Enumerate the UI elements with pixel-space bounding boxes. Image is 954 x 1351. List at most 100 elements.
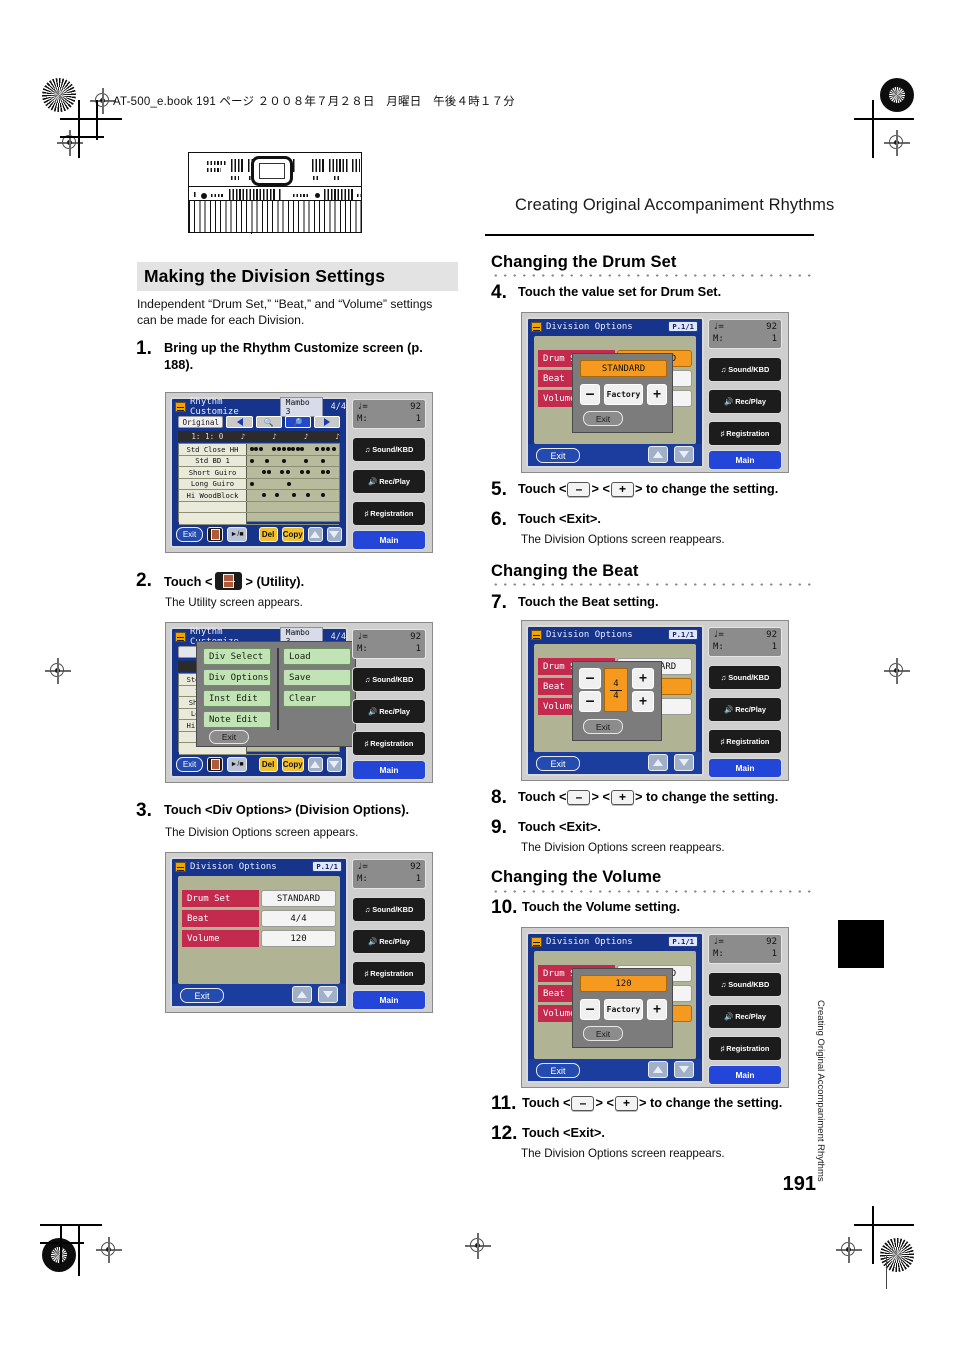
sidebar-item-registration[interactable]: ♯ Registration (352, 731, 426, 756)
rc-zoom-out-button[interactable]: 🔍 (255, 416, 282, 428)
util-item-note-edit[interactable]: Note Edit (203, 711, 271, 728)
main-button[interactable]: Main (708, 1065, 782, 1085)
do-exit-button[interactable]: Exit (180, 988, 224, 1003)
ds-down-button[interactable] (674, 446, 694, 463)
vp-down-button[interactable] (674, 1061, 694, 1078)
rc-track-cells[interactable] (247, 479, 339, 490)
rc-track-row[interactable] (179, 513, 339, 525)
util-del-button[interactable]: Del (258, 756, 278, 772)
util-dialog-exit-button[interactable]: Exit (209, 730, 249, 744)
sidebar-item-sound-kbd[interactable]: ♫ Sound/KBD (352, 437, 426, 462)
util-exit-button[interactable]: Exit (176, 756, 203, 772)
do-value-drum-set[interactable]: STANDARD (261, 890, 336, 907)
drum-set-minus-button[interactable]: – (580, 384, 600, 405)
main-button[interactable]: Main (708, 450, 782, 470)
volume-popup-exit-button[interactable]: Exit (583, 1026, 623, 1041)
sidebar-item-rec-play[interactable]: 🔊 Rec/Play (352, 929, 426, 954)
rc-next-button[interactable] (313, 416, 341, 428)
beat-popup-exit-button[interactable]: Exit (583, 719, 623, 734)
rc-zoom-in-button[interactable]: 🔎 (284, 416, 311, 428)
util-utility-button[interactable] (207, 756, 224, 772)
sidebar-item-rec-play[interactable]: 🔊 Rec/Play (352, 699, 426, 724)
rc-track-cells[interactable] (247, 490, 339, 501)
rc-note-grid[interactable]: Std Close HH Std BD 1 Short Guiro Long Guir… (178, 443, 340, 525)
rc-up-button[interactable] (307, 526, 323, 542)
volume-factory-button[interactable]: Factory (604, 999, 643, 1020)
rc-track-row[interactable]: Hi WoodBlock (179, 490, 339, 502)
step-2-text: Touch < > (Utility). (164, 572, 446, 591)
util-item-clear[interactable]: Clear (283, 690, 351, 707)
main-button[interactable]: Main (708, 758, 782, 778)
rc-exit-button[interactable]: Exit (176, 526, 203, 542)
step-8-post: > to change the setting. (634, 789, 779, 804)
util-item-save[interactable]: Save (283, 669, 351, 686)
rc-down-button[interactable] (326, 526, 342, 542)
rc-utility-button[interactable] (207, 526, 224, 542)
main-button[interactable]: Main (352, 530, 426, 550)
step-11-text: Touch < – > < + > to change the setting. (522, 1095, 822, 1112)
rc-track-cells[interactable] (247, 467, 339, 478)
sidebar-item-sound-kbd[interactable]: ♫ Sound/KBD (352, 897, 426, 922)
volume-plus-button[interactable]: + (647, 999, 667, 1020)
volume-minus-button[interactable]: – (580, 999, 600, 1020)
util-down-button[interactable] (326, 756, 342, 772)
sidebar-item-registration[interactable]: ♯ Registration (352, 501, 426, 526)
sidebar-item-sound-kbd[interactable]: ♫ Sound/KBD (708, 665, 782, 690)
beat-denominator-minus-button[interactable]: – (579, 691, 601, 712)
util-copy-button[interactable]: Copy (281, 756, 304, 772)
bp-exit-button[interactable]: Exit (536, 756, 580, 771)
vp-exit-button[interactable]: Exit (536, 1063, 580, 1078)
sidebar-item-sound-kbd[interactable]: ♫ Sound/KBD (708, 972, 782, 997)
sidebar-item-sound-kbd[interactable]: ♫ Sound/KBD (708, 357, 782, 382)
rc-track-row[interactable]: Std Close HH (179, 444, 339, 456)
rc-play-stop-button[interactable]: ►/■ (227, 526, 247, 542)
do-value-volume[interactable]: 120 (261, 930, 336, 947)
rc-track-row[interactable]: Std BD 1 (179, 455, 339, 467)
do-up-button[interactable] (292, 986, 312, 1003)
util-up-button[interactable] (307, 756, 323, 772)
main-button[interactable]: Main (352, 760, 426, 780)
beat-numerator-plus-button[interactable]: + (632, 668, 654, 689)
rc-track-cells[interactable] (247, 513, 339, 524)
sidebar-item-registration[interactable]: ♯ Registration (708, 421, 782, 446)
speaker-icon: 🔊 (723, 705, 734, 714)
drum-set-popup-exit-button[interactable]: Exit (583, 411, 623, 426)
rc-track-cells[interactable] (247, 444, 339, 455)
do-down-button[interactable] (318, 986, 338, 1003)
util-item-div-options[interactable]: Div Options (203, 669, 271, 686)
drum-set-factory-button[interactable]: Factory (604, 384, 643, 405)
util-item-load[interactable]: Load (283, 648, 351, 665)
ds-up-button[interactable] (648, 446, 668, 463)
drum-set-plus-button[interactable]: + (647, 384, 667, 405)
rc-copy-button[interactable]: Copy (281, 526, 304, 542)
main-button[interactable]: Main (352, 990, 426, 1010)
sidebar-item-registration[interactable]: ♯ Registration (352, 961, 426, 986)
sidebar-item-rec-play[interactable]: 🔊 Rec/Play (708, 1004, 782, 1029)
do-value-beat[interactable]: 4/4 (261, 910, 336, 927)
beat-denominator-plus-button[interactable]: + (632, 691, 654, 712)
rc-track-row[interactable]: Long Guiro (179, 478, 339, 490)
rc-track-cells[interactable] (247, 502, 339, 513)
rc-track-cells[interactable] (247, 456, 339, 467)
ds-exit-button[interactable]: Exit (536, 448, 580, 463)
sidebar-item-rec-play[interactable]: 🔊 Rec/Play (708, 697, 782, 722)
bp-down-button[interactable] (674, 754, 694, 771)
vp-up-button[interactable] (648, 1061, 668, 1078)
sidebar-item-sound-kbd[interactable]: ♫ Sound/KBD (352, 667, 426, 692)
sidebar-item-registration[interactable]: ♯ Registration (708, 1036, 782, 1061)
rc-track-row[interactable] (179, 501, 339, 513)
rc-prev-button[interactable] (226, 416, 253, 428)
sidebar-item-rec-play[interactable]: 🔊 Rec/Play (352, 469, 426, 494)
sidebar-item-registration[interactable]: ♯ Registration (708, 729, 782, 754)
beat-numerator-minus-button[interactable]: – (579, 668, 601, 689)
util-play-stop-button[interactable]: ►/■ (227, 756, 247, 772)
util-item-div-select[interactable]: Div Select (203, 648, 271, 665)
rc-del-button[interactable]: Del (258, 526, 278, 542)
screenshot-volume-popup: Division Options P.1/1 Drum Set STANDARD… (521, 927, 789, 1088)
rc-track-row[interactable]: Short Guiro (179, 467, 339, 479)
rc-original-button[interactable]: Original (178, 416, 224, 428)
bp-up-button[interactable] (648, 754, 668, 771)
util-item-inst-edit[interactable]: Inst Edit (203, 690, 271, 707)
sidebar-item-rec-play[interactable]: 🔊 Rec/Play (708, 389, 782, 414)
crop-line-br2 (872, 1206, 874, 1264)
